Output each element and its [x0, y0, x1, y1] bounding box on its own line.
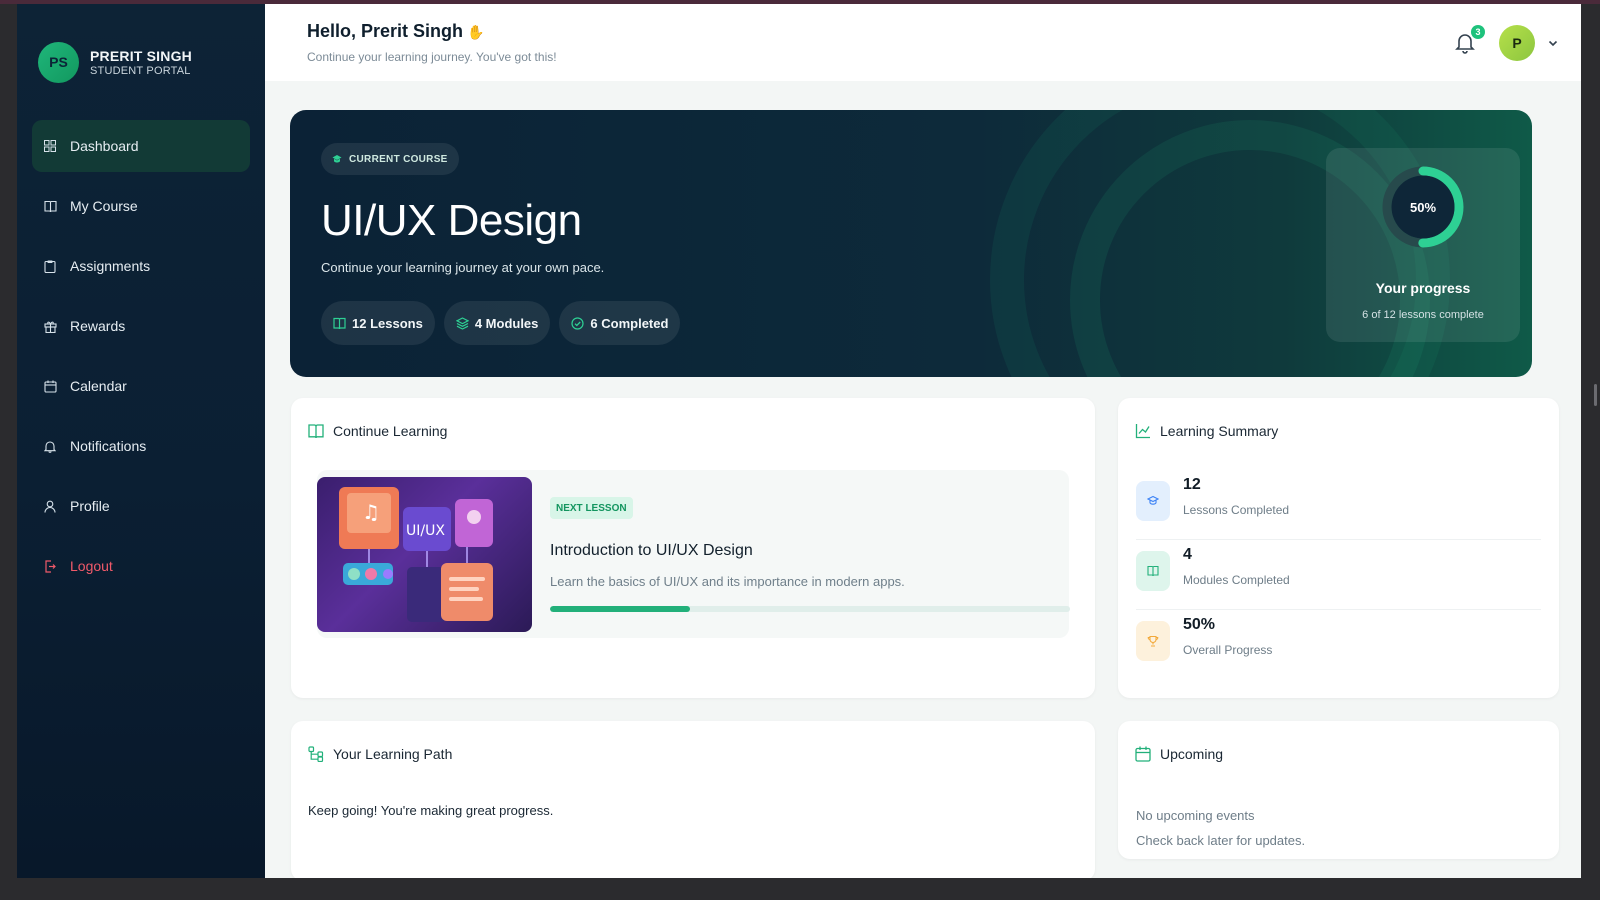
greeting: Hello, Prerit Singh ✋: [307, 21, 557, 42]
lesson-progress-fill: [550, 606, 691, 612]
top-header: Hello, Prerit Singh ✋ Continue your learn…: [265, 4, 1581, 81]
progress-title: Your progress: [1375, 280, 1471, 296]
book-open-icon: [308, 423, 324, 439]
progress-card: 50% Your progress 6 of 12 lessons comple…: [1326, 148, 1520, 342]
card-title: Continue Learning: [333, 423, 448, 439]
course-stats: 12 Lessons 4 Modules 6 Completed: [321, 301, 689, 345]
lesson-description: Learn the basics of UI/UX and its import…: [550, 574, 905, 589]
sidebar-item-label: Calendar: [70, 378, 127, 394]
clipboard-icon: [44, 258, 60, 274]
brand: PS PRERIT SINGH STUDENT PORTAL: [32, 4, 250, 120]
thumbnail-label: UI/UX: [406, 523, 445, 539]
empty-state-title: No upcoming events: [1136, 808, 1255, 823]
summary-label: Overall Progress: [1183, 643, 1273, 657]
card-title: Your Learning Path: [333, 746, 453, 762]
lessons-pill: 12 Lessons: [321, 301, 435, 345]
sidebar-item-rewards[interactable]: Rewards: [32, 300, 250, 352]
sidebar: PS PRERIT SINGH STUDENT PORTAL Dashboard…: [17, 4, 265, 878]
sidebar-item-calendar[interactable]: Calendar: [32, 360, 250, 412]
greeting-subtitle: Continue your learning journey. You've g…: [307, 50, 557, 64]
svg-text:♫: ♫: [362, 500, 380, 524]
sidebar-item-label: Rewards: [70, 318, 126, 334]
continue-learning-card: Continue Learning ♫ UI/UX NEXT LESSON In…: [291, 398, 1095, 698]
summary-row-modules: 4 Modules Completed: [1136, 540, 1541, 610]
calendar-icon: [1135, 746, 1151, 762]
notification-badge: 3: [1471, 24, 1485, 39]
card-title: Learning Summary: [1160, 423, 1279, 439]
lesson-title[interactable]: Introduction to UI/UX Design: [550, 542, 753, 560]
avatar[interactable]: P: [1499, 24, 1535, 61]
sidebar-item-label: Dashboard: [70, 138, 139, 154]
learning-path-card: Your Learning Path Keep going! You're ma…: [291, 721, 1095, 878]
logout-icon: [44, 558, 60, 574]
book-icon: [44, 198, 60, 214]
trophy-icon: [1136, 621, 1170, 661]
sidebar-item-my-course[interactable]: My Course: [32, 180, 250, 232]
greeting-text: Hello, Prerit Singh: [307, 21, 464, 41]
card-title: Upcoming: [1160, 746, 1224, 762]
app-window: PS PRERIT SINGH STUDENT PORTAL Dashboard…: [17, 4, 1581, 878]
summary-row-progress: 50% Overall Progress: [1136, 610, 1541, 680]
graduation-cap-icon: [332, 154, 342, 164]
sidebar-item-label: Assignments: [70, 258, 151, 274]
modules-pill: 4 Modules: [443, 301, 551, 345]
sidebar-item-label: Logout: [70, 558, 113, 574]
book-icon: [333, 317, 346, 330]
gift-icon: [44, 318, 60, 334]
completed-pill: 6 Completed: [559, 301, 681, 345]
sidebar-item-notifications[interactable]: Notifications: [32, 420, 250, 472]
bell-icon: [44, 438, 60, 454]
summary-label: Lessons Completed: [1183, 503, 1290, 517]
course-title: UI/UX Design: [321, 196, 582, 245]
check-circle-icon: [571, 316, 585, 330]
path-tree-icon: [308, 746, 324, 762]
next-lesson-tag: NEXT LESSON: [550, 497, 633, 519]
current-course-banner: CURRENT COURSE UI/UX Design Continue you…: [290, 110, 1532, 377]
sidebar-item-label: Notifications: [70, 438, 147, 454]
course-subtitle: Continue your learning journey at your o…: [321, 260, 605, 275]
main-content: Hello, Prerit Singh ✋ Continue your learn…: [265, 4, 1581, 878]
progress-percent: 50%: [1409, 199, 1437, 215]
summary-row-lessons: 12 Lessons Completed: [1136, 470, 1541, 540]
upcoming-card: Upcoming No upcoming events Check back l…: [1118, 721, 1559, 859]
sidebar-item-profile[interactable]: Profile: [32, 480, 250, 532]
brand-logo: PS: [38, 41, 79, 83]
lesson-progress-bar: [550, 606, 1070, 612]
layers-icon: [455, 316, 469, 330]
learning-summary-card: Learning Summary 12 Lessons Completed 4 …: [1118, 398, 1559, 698]
graduation-cap-icon: [1136, 481, 1170, 521]
next-lesson-item[interactable]: ♫ UI/UX NEXT LESSON Introduction to UI/U…: [317, 470, 1070, 638]
sidebar-nav: Dashboard My Course Assignments Rewards: [32, 120, 250, 592]
lesson-thumbnail: ♫ UI/UX: [317, 477, 532, 632]
trend-chart-icon: [1135, 423, 1151, 439]
sidebar-item-label: Profile: [70, 498, 110, 514]
summary-label: Modules Completed: [1183, 573, 1290, 587]
notifications-button[interactable]: 3: [1455, 24, 1485, 54]
sidebar-item-dashboard[interactable]: Dashboard: [32, 120, 250, 172]
sidebar-item-label: My Course: [70, 198, 138, 214]
book-icon: [1136, 551, 1170, 591]
chevron-down-icon[interactable]: [1547, 37, 1559, 49]
sidebar-item-assignments[interactable]: Assignments: [32, 240, 250, 292]
brand-name: PRERIT SINGH: [90, 47, 192, 64]
current-course-chip: CURRENT COURSE: [321, 143, 459, 175]
brand-subtitle: STUDENT PORTAL: [90, 64, 191, 77]
progress-subtitle: 6 of 12 lessons complete: [1362, 309, 1484, 321]
user-icon: [44, 498, 60, 514]
calendar-icon: [44, 378, 60, 394]
scrollbar-thumb[interactable]: [1594, 384, 1597, 406]
summary-value: 50%: [1183, 616, 1216, 633]
summary-value: 4: [1183, 546, 1192, 563]
learning-path-message: Keep going! You're making great progress…: [308, 803, 554, 818]
wave-hand-icon: ✋: [467, 24, 485, 40]
empty-state-hint: Check back later for updates.: [1136, 833, 1306, 848]
grid-icon: [44, 138, 60, 154]
summary-value: 12: [1183, 476, 1201, 493]
sidebar-item-logout[interactable]: Logout: [32, 540, 250, 592]
